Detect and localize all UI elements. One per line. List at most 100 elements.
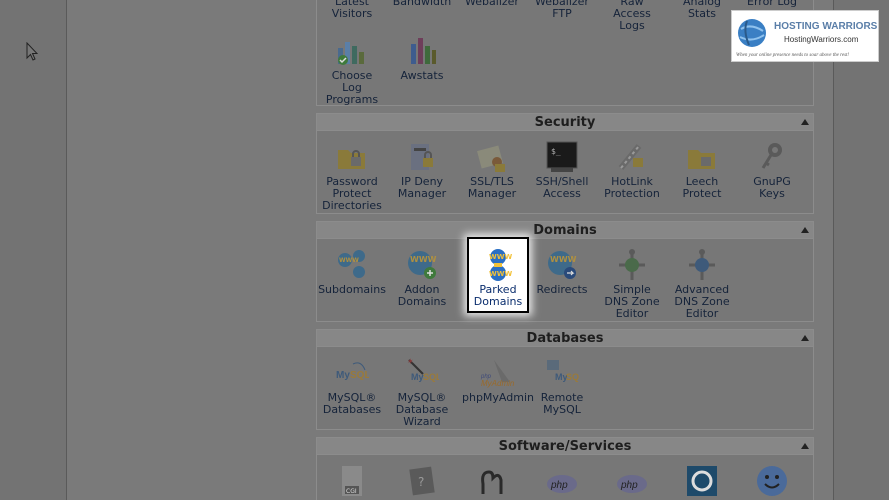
- phpmyadmin-icon: php MyAdmin: [480, 360, 514, 388]
- svg-text:php: php: [550, 480, 568, 491]
- webalizer-label: Webalizer: [465, 0, 519, 8]
- ssh-shell-label: SSH/Shell Access: [535, 175, 589, 200]
- hotlink-protection-label: HotLink Protection: [604, 175, 660, 200]
- svg-text:SQL: SQL: [566, 372, 579, 382]
- webalizer-ftp-item[interactable]: Webalizer FTP: [527, 0, 597, 20]
- gnupg-keys-label: GnuPG Keys: [753, 175, 791, 200]
- collapse-arrow-icon[interactable]: [801, 335, 809, 341]
- svg-text:CGI: CGI: [346, 488, 357, 495]
- smiley-item[interactable]: [737, 464, 807, 498]
- domains-header[interactable]: Domains: [317, 222, 813, 239]
- collapse-arrow-icon[interactable]: [801, 227, 809, 233]
- hotlink-protection-item[interactable]: HotLink Protection: [597, 140, 667, 200]
- ip-deny-label: IP Deny Manager: [397, 175, 447, 200]
- mysql-wizard-label: MySQL® Database Wizard: [395, 391, 449, 428]
- svg-text:WWW: WWW: [410, 255, 437, 264]
- leech-protect-label: Leech Protect: [682, 175, 722, 200]
- cgi-icon: CGI: [342, 466, 362, 496]
- chain-lock-icon: [618, 144, 643, 170]
- software-header[interactable]: Software/Services: [317, 438, 813, 455]
- error-log-label: Error Log: [747, 0, 797, 8]
- dns-zone-icon: [619, 249, 645, 280]
- www-addon-icon: WWW: [408, 251, 437, 279]
- bandwidth-item[interactable]: Bandwidth: [387, 0, 457, 8]
- domains-title: Domains: [533, 223, 597, 238]
- php-icon: php: [547, 475, 577, 493]
- phpmyadmin-label: phpMyAdmin: [462, 391, 534, 404]
- svg-text:My: My: [336, 370, 350, 381]
- advanced-dns-label: Advanced DNS Zone Editor: [674, 283, 730, 320]
- mysql-databases-item[interactable]: My SQL MySQL® Databases: [317, 356, 387, 416]
- ssh-shell-item[interactable]: $_ SSH/Shell Access: [527, 140, 597, 200]
- gnupg-keys-item[interactable]: GnuPG Keys: [737, 140, 807, 200]
- advanced-dns-icon: [689, 249, 715, 280]
- help-book-item[interactable]: ?: [387, 464, 457, 498]
- remote-mysql-icon: My SQL: [547, 360, 579, 382]
- remote-mysql-label: Remote MySQL: [540, 391, 584, 416]
- svg-text:SQL: SQL: [350, 370, 369, 381]
- password-protect-item[interactable]: Password Protect Directories: [317, 140, 387, 212]
- svg-text:WWW: WWW: [550, 255, 577, 264]
- databases-header[interactable]: Databases: [317, 330, 813, 347]
- redirects-label: Redirects: [536, 283, 588, 296]
- certificate-icon: [477, 145, 505, 172]
- svg-text:WWW: WWW: [339, 257, 359, 264]
- ip-deny-item[interactable]: IP Deny Manager: [387, 140, 457, 200]
- leech-protect-item[interactable]: Leech Protect: [667, 140, 737, 200]
- ssl-tls-item[interactable]: SSL/TLS Manager: [457, 140, 527, 200]
- simple-dns-label: Simple DNS Zone Editor: [604, 283, 660, 320]
- subdomains-label: Subdomains: [318, 283, 386, 296]
- remote-mysql-item[interactable]: My SQL Remote MySQL: [527, 356, 597, 416]
- latest-visitors-item[interactable]: Latest Visitors: [317, 0, 387, 20]
- svg-text:✶: ✶: [407, 357, 414, 366]
- svg-text:?: ?: [418, 475, 424, 489]
- optimize-website-item[interactable]: [667, 464, 737, 498]
- simple-dns-item[interactable]: Simple DNS Zone Editor: [597, 248, 667, 320]
- choose-log-programs-label: Choose Log Programs: [325, 69, 379, 106]
- collapse-arrow-icon[interactable]: [801, 443, 809, 449]
- right-sidebar: [833, 0, 889, 500]
- phpmyadmin-item[interactable]: php MyAdmin phpMyAdmin: [462, 356, 534, 404]
- svg-text:WWW: WWW: [489, 253, 512, 261]
- terminal-icon: $_: [546, 141, 578, 172]
- awstats-icon: [411, 38, 436, 64]
- webalizer-item[interactable]: Webalizer: [457, 0, 527, 8]
- parked-domains-item[interactable]: WWW WWW Parked Domains: [463, 248, 533, 308]
- php-config-item[interactable]: php: [597, 464, 667, 498]
- optimize-icon: [687, 466, 717, 496]
- parked-domains-label: Parked Domains: [473, 283, 523, 308]
- redirects-item[interactable]: WWW Redirects: [527, 248, 597, 296]
- www-redirect-icon: WWW: [548, 251, 577, 279]
- help-book-icon: ?: [409, 466, 435, 496]
- raw-access-logs-label: Raw Access Logs: [613, 0, 651, 32]
- raw-access-logs-item[interactable]: Raw Access Logs: [597, 0, 667, 32]
- globe-logo-icon: [738, 19, 766, 47]
- advanced-dns-item[interactable]: Advanced DNS Zone Editor: [667, 248, 737, 320]
- folder-lock-icon: [338, 150, 365, 169]
- svg-text:SQL: SQL: [423, 372, 439, 382]
- awstats-label: Awstats: [400, 69, 444, 82]
- latest-visitors-label: Latest Visitors: [331, 0, 373, 20]
- www-parked-icon: WWW WWW: [489, 249, 512, 281]
- awstats-item[interactable]: Awstats: [387, 34, 457, 82]
- www-subdomains-icon: WWW: [338, 250, 365, 278]
- bandwidth-label: Bandwidth: [392, 0, 452, 8]
- subdomains-item[interactable]: WWW Subdomains: [317, 248, 387, 296]
- security-header[interactable]: Security: [317, 114, 813, 131]
- cgi-item[interactable]: CGI: [317, 464, 387, 498]
- analog-stats-item[interactable]: Analog Stats: [667, 0, 737, 20]
- mysql-wizard-item[interactable]: My SQL ✶ MySQL® Database Wizard: [387, 356, 457, 428]
- ssl-tls-label: SSL/TLS Manager: [467, 175, 517, 200]
- logo-tagline: When your online presence needs to soar …: [736, 53, 850, 58]
- php-pear-item[interactable]: php: [527, 464, 597, 498]
- mysql-icon: My SQL: [336, 362, 369, 381]
- collapse-arrow-icon[interactable]: [801, 119, 809, 125]
- camel-icon: [481, 470, 503, 494]
- addon-domains-item[interactable]: WWW Addon Domains: [387, 248, 457, 308]
- leech-folder-icon: [688, 150, 715, 169]
- error-log-item[interactable]: Error Log: [737, 0, 807, 8]
- keys-icon: [761, 143, 782, 169]
- perl-item[interactable]: [457, 464, 527, 498]
- choose-log-programs-item[interactable]: Choose Log Programs: [317, 34, 387, 106]
- smiley-icon: [757, 466, 787, 496]
